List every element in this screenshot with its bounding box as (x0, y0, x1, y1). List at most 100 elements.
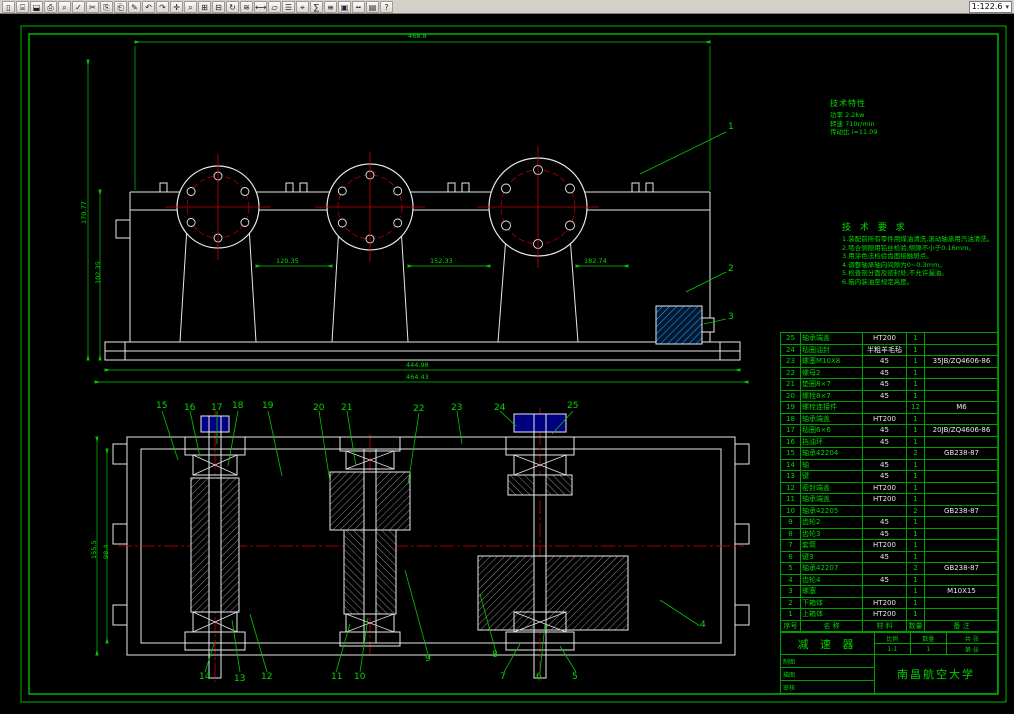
bom-cell-mat: HT200 (862, 412, 907, 425)
bom-cell-name: 螺栓连接件 (800, 401, 863, 414)
bom-cell-mat: HT200 (862, 596, 907, 609)
toolbar-icon[interactable]: ↶ (142, 0, 155, 13)
scale-label: 比例 (875, 633, 911, 644)
bom-cell-no: 25 (780, 332, 801, 345)
toolbar-icon[interactable]: ⎗ (114, 0, 127, 13)
bom-row: 17 毡圈6×6 45 1 20JB/ZQ4606-86 (780, 424, 999, 437)
bom-row: 4 齿轮4 45 1 (780, 573, 999, 586)
bom-cell-qty: 1 (906, 435, 925, 448)
bom-cell-name: 轴承端盖 (800, 332, 863, 345)
bom-cell-qty: 1 (906, 596, 925, 609)
bom-cell-mat: 45 (862, 435, 907, 448)
bom-row: 3 螺塞 1 M10X15 (780, 585, 999, 598)
tech-spec-line: 转速 710r/min (830, 119, 875, 128)
bom-row: 13 键 45 1 (780, 470, 999, 483)
bom-cell-name: 齿轮2 (800, 516, 863, 529)
bom-cell-mat: 45 (862, 355, 907, 368)
toolbar-icon[interactable]: ⌕ (184, 0, 197, 13)
toolbar-icon[interactable]: ✂ (86, 0, 99, 13)
bom-cell-no: 20 (780, 389, 801, 402)
toolbar-icon[interactable]: ⌖ (296, 0, 309, 13)
bom-cell-no: 9 (780, 516, 801, 529)
toolbar-icon[interactable]: ⟷ (254, 0, 267, 13)
toolbar-icon[interactable]: ▤ (366, 0, 379, 13)
tech-req-line: 3.用涂色法检验齿面接触斑点。 (842, 252, 933, 260)
app-toolbar: ▯ ⌸ ⬓ ⎙ ⌕ ✓ ✂ ⎘ ⎗ ✎ ↶ ↷ ✛ ⌕ ⊞ ⊟ ↻ ≋ ⟷ ▱ … (0, 0, 1014, 14)
toolbar-icon[interactable]: ✛ (170, 0, 183, 13)
bom-cell-qty: 2 (906, 504, 925, 517)
school-name: 南昌航空大学 (897, 668, 975, 681)
bom-cell-mat: 45 (862, 424, 907, 437)
bom-cell-mat: HT200 (862, 481, 907, 494)
toolbar-icon[interactable]: ⊟ (212, 0, 225, 13)
bom-cell-name: 毡圈油封 (800, 343, 863, 356)
bom-cell-no: 3 (780, 585, 801, 598)
toolbar-icon[interactable]: ⬓ (30, 0, 43, 13)
bom-cell-qty: 1 (906, 516, 925, 529)
cad-drawing-canvas[interactable]: 技术特性 功率 2.2kw 转速 710r/min 传动比 i=11.09 技 … (0, 14, 1014, 714)
qty-label: 数量 (910, 633, 947, 644)
bom-row: 10 轴承42205 2 GB238-87 (780, 504, 999, 517)
bom-row: 8 齿轮3 45 1 (780, 527, 999, 540)
bom-row: 9 齿轮2 45 1 (780, 516, 999, 529)
toolbar-icon[interactable]: ▣ (338, 0, 351, 13)
toolbar-icon[interactable]: ▯ (2, 0, 15, 13)
toolbar-icon[interactable]: ∑ (310, 0, 323, 13)
toolbar-icon[interactable]: ╍ (352, 0, 365, 13)
title-block: 减 速 器 比例 数量 共 张 1:1 1 第 张 制图 描图 审核 南昌航空大… (780, 632, 998, 694)
bom-cell-qty: 1 (906, 527, 925, 540)
zoom-scale-combo[interactable]: 1:122.6 ▾ (968, 0, 1012, 13)
toolbar-icon[interactable]: ⎘ (100, 0, 113, 13)
toolbar-icon[interactable]: ⌕ (58, 0, 71, 13)
bom-cell-qty: 1 (906, 378, 925, 391)
plan-view-leaders (161, 410, 701, 673)
toolbar-icon[interactable]: ⎙ (44, 0, 57, 13)
bom-cell-mat: HT200 (862, 493, 907, 506)
bom-cell-mat: 45 (862, 470, 907, 483)
chevron-down-icon[interactable]: ▾ (1005, 3, 1009, 11)
bom-cell-note (924, 332, 999, 345)
toolbar-icon[interactable]: ⌸ (16, 0, 29, 13)
bom-cell-note (924, 458, 999, 471)
bom-cell-name: 套筒 (800, 539, 863, 552)
technical-requirements: 技 术 要 求 1.装配前所有零件用煤油清洗,滚动轴承用汽油清洗。 2.啮合侧隙… (842, 220, 994, 286)
bom-cell-no: 8 (780, 527, 801, 540)
bom-cell-note (924, 493, 999, 506)
bom-cell-note (924, 481, 999, 494)
toolbar-icon[interactable]: ▱ (268, 0, 281, 13)
bom-row: 12 密封端盖 HT200 1 (780, 481, 999, 494)
bom-cell-no: 23 (780, 355, 801, 368)
bom-row: 6 键3 45 1 (780, 550, 999, 563)
bom-cell-mat (862, 504, 907, 517)
bom-cell-mat (862, 401, 907, 414)
plan-view-dimensions (95, 436, 109, 656)
bom-cell-qty: 1 (906, 470, 925, 483)
bom-cell-mat: 45 (862, 378, 907, 391)
bom-cell-note (924, 516, 999, 529)
bom-cell-qty: 1 (906, 355, 925, 368)
toolbar-icon[interactable]: ≋ (240, 0, 253, 13)
bom-cell-no: 12 (780, 481, 801, 494)
bom-cell-name: 密封端盖 (800, 481, 863, 494)
bom-cell-mat: HT200 (862, 608, 907, 621)
bom-cell-name: 下箱体 (800, 596, 863, 609)
bom-row: 21 垫圈8×7 45 1 (780, 378, 999, 391)
bom-cell-no: 16 (780, 435, 801, 448)
toolbar-icon[interactable]: ↻ (226, 0, 239, 13)
bom-cell-no: 4 (780, 573, 801, 586)
toolbar-icon[interactable]: ↷ (156, 0, 169, 13)
toolbar-icon[interactable]: ≡ (324, 0, 337, 13)
sign-row-3: 审核 (783, 684, 796, 692)
sheet-label: 共 张 (946, 633, 997, 644)
toolbar-icon[interactable]: ✓ (72, 0, 85, 13)
bom-cell-qty: 2 (906, 447, 925, 460)
bom-cell-note (924, 412, 999, 425)
tech-spec-line: 传动比 i=11.09 (830, 128, 878, 136)
toolbar-icon[interactable]: ? (380, 0, 393, 13)
oil-level-gauge (655, 305, 715, 345)
bom-row: 2 下箱体 HT200 1 (780, 596, 999, 609)
toolbar-icon[interactable]: ☰ (282, 0, 295, 13)
toolbar-icon[interactable]: ⊞ (198, 0, 211, 13)
toolbar-icon[interactable]: ✎ (128, 0, 141, 13)
tech-req-line: 1.装配前所有零件用煤油清洗,滚动轴承用汽油清洗。 (842, 235, 994, 243)
